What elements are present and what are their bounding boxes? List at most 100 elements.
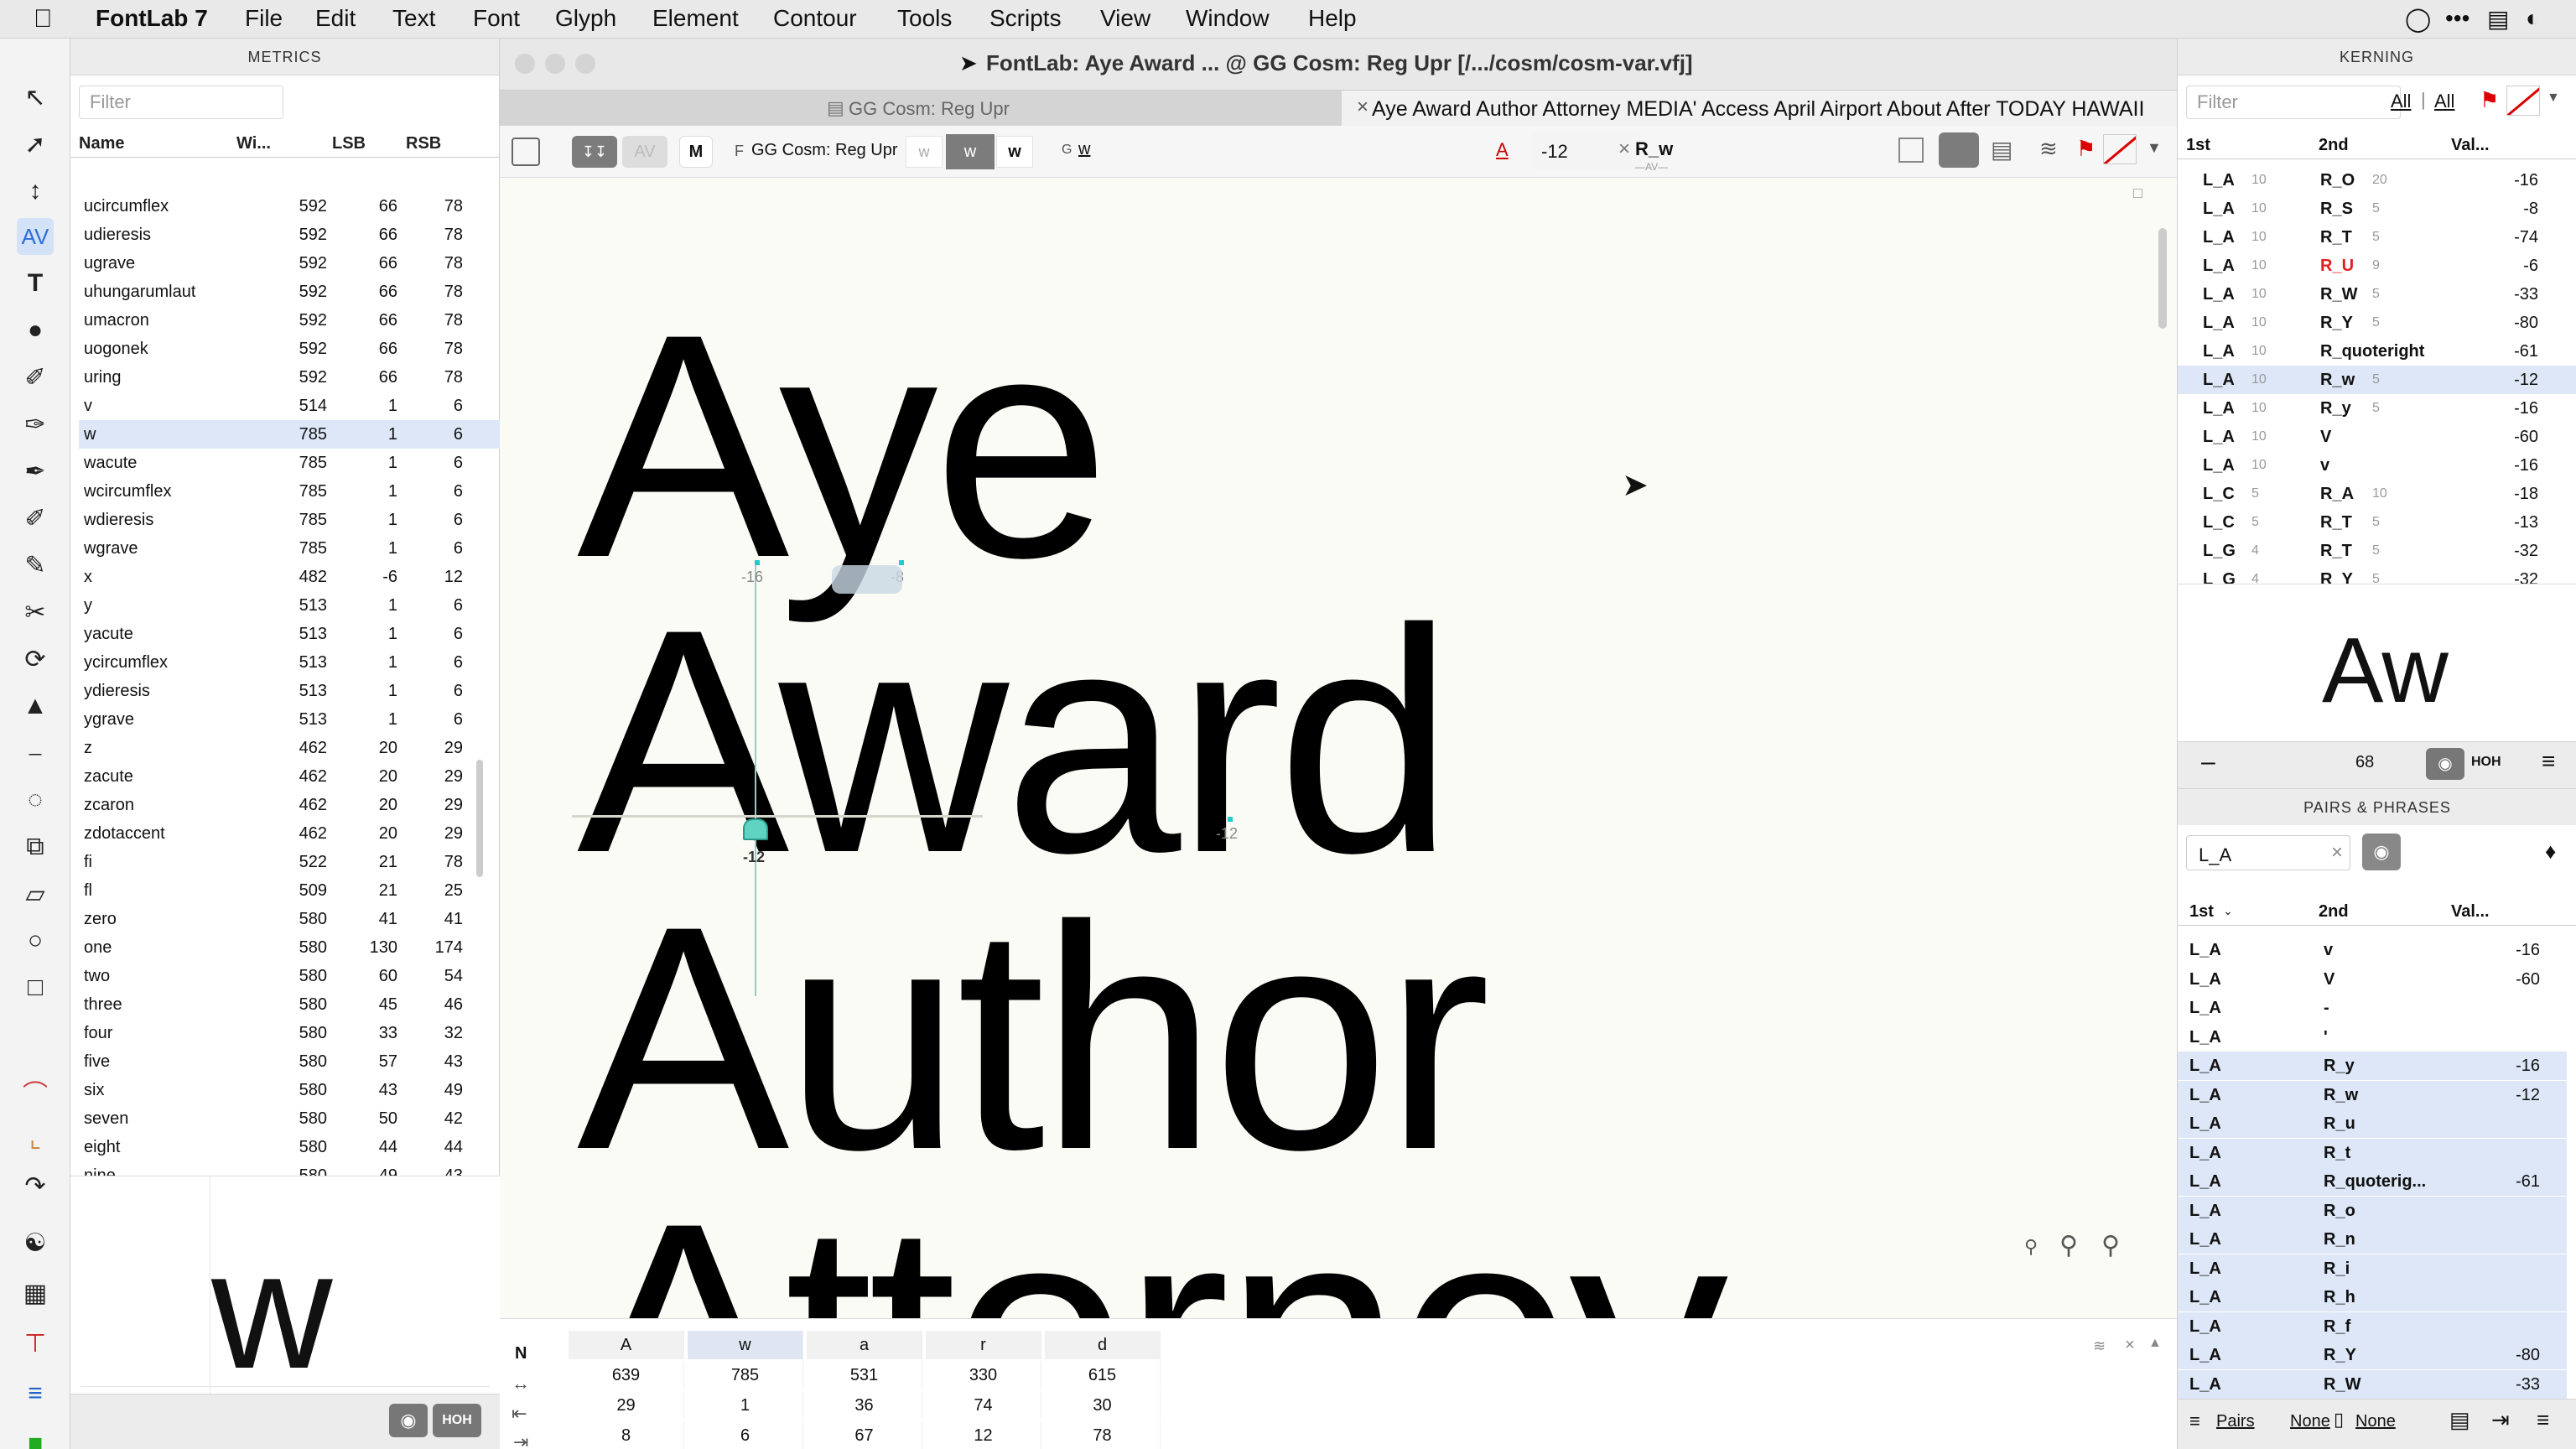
text-tool-icon[interactable]: T (17, 265, 54, 302)
grid-width[interactable]: 639 (569, 1361, 684, 1389)
metrics-row[interactable]: seven 580 50 42 (79, 1104, 515, 1133)
kern-pair-row[interactable]: L_A 10 V -60 (2178, 423, 2576, 451)
grid-column[interactable]: a 531 36 67 (807, 1319, 922, 1449)
grid-lsb[interactable]: 1 (688, 1391, 803, 1420)
menu-text[interactable]: Text (392, 5, 435, 32)
kerning-filter-input[interactable]: Filter (2186, 86, 2401, 119)
header-name[interactable]: Name (79, 134, 124, 153)
metrics-row[interactable]: six 580 43 49 (79, 1076, 515, 1104)
grid-collapse-icon[interactable]: ▲ (2148, 1336, 2162, 1351)
hook-icon[interactable]: ↷ (17, 1167, 54, 1204)
glyph-canvas[interactable]: Aye Award Author Attorney -16 -8 -12 -12… (500, 178, 2177, 1318)
grid-rsb[interactable]: 6 (688, 1421, 803, 1449)
pairs-menu-icon[interactable]: ≡ (2537, 1407, 2549, 1433)
none-second-link[interactable]: None (2355, 1412, 2396, 1431)
kern-pair-row[interactable]: L_G 4 R_T 5 -32 (2178, 537, 2576, 565)
pairs-header-second[interactable]: 2nd (2319, 902, 2349, 922)
grid-pin-icon[interactable]: ≋ (2093, 1337, 2106, 1355)
metrics-row[interactable]: uogonek 592 66 78 (79, 335, 515, 363)
kern-pair-row[interactable]: L_A 10 R_T 5 -74 (2178, 223, 2576, 252)
grid-width[interactable]: 330 (926, 1361, 1041, 1389)
grid-close-icon[interactable]: × (2125, 1336, 2135, 1355)
kern-pair-row[interactable]: L_C 5 R_T 5 -13 (2178, 508, 2576, 537)
menu-glyph[interactable]: Glyph (555, 5, 616, 32)
preview-size-value[interactable]: 68 (2355, 753, 2374, 772)
grid-width[interactable]: 785 (688, 1361, 803, 1389)
metrics-row[interactable]: zero 580 41 41 (79, 905, 515, 933)
pairs-export-icon[interactable]: ▤ (2449, 1407, 2470, 1433)
menu-contour[interactable]: Contour (773, 5, 857, 32)
pairs-row[interactable]: L_A R_y -16 (2178, 1052, 2567, 1080)
eye-icon[interactable]: ◉ (389, 1404, 428, 1437)
metrics-row[interactable]: zacute 462 20 29 (79, 762, 515, 791)
color-swatch[interactable] (2103, 134, 2137, 164)
metrics-row[interactable]: udieresis 592 66 78 (79, 221, 515, 249)
pairs-header-first[interactable]: 1st (2189, 902, 2214, 922)
ellipse-icon[interactable]: ○ (17, 922, 54, 959)
grid-column[interactable]: d 615 30 78 (1045, 1319, 1161, 1449)
chevron-down-icon[interactable]: ▼ (2147, 139, 2162, 157)
metrics-row[interactable]: v 514 1 6 (79, 392, 515, 420)
zoom-icon[interactable]: ⚲ (2059, 1231, 2078, 1260)
pairs-row[interactable]: L_A R_W -33 (2178, 1369, 2567, 1399)
grid-icon[interactable]: ▦ (17, 1275, 54, 1311)
curve-icon[interactable]: ⌒ (17, 1073, 54, 1110)
kern-pair-row[interactable]: L_A 10 R_W 5 -33 (2178, 280, 2576, 309)
metrics-row[interactable]: two 580 60 54 (79, 962, 515, 990)
metrics-row[interactable]: umacron 592 66 78 (79, 306, 515, 335)
pairs-row[interactable]: L_A R_h (2178, 1283, 2567, 1311)
pairs-row[interactable]: L_A R_u (2178, 1109, 2567, 1138)
rapid-pen-icon[interactable]: ✐ (17, 500, 54, 537)
grid-lsb[interactable]: 74 (926, 1391, 1041, 1420)
grid-column[interactable]: w 785 1 6 (688, 1319, 803, 1449)
minus-icon[interactable]: – (2201, 748, 2215, 776)
none-first-link[interactable]: None (2290, 1412, 2330, 1431)
grid-glyph[interactable]: a (807, 1331, 922, 1359)
metrics-row[interactable]: four 580 33 32 (79, 1019, 515, 1047)
grid-glyph[interactable]: d (1045, 1331, 1161, 1359)
metrics-row[interactable]: ycircumflex 513 1 6 (79, 648, 515, 677)
pairs-row[interactable]: L_A R_o (2178, 1196, 2567, 1225)
sidebar-toggle-icon[interactable] (512, 138, 540, 166)
kern-pair-row[interactable]: L_A 10 R_quoteright -61 (2178, 337, 2576, 366)
canvas-scrollbar[interactable] (2158, 228, 2167, 329)
kern-header-value[interactable]: Val... (2451, 136, 2490, 155)
kern-header-second[interactable]: 2nd (2319, 136, 2349, 155)
tab-close-icon[interactable]: × (1357, 96, 1368, 119)
kern-pair-row[interactable]: L_A 10 R_S 5 -8 (2178, 195, 2576, 223)
menu-scripts[interactable]: Scripts (989, 5, 1062, 32)
metrics-row[interactable]: wdieresis 785 1 6 (79, 506, 515, 534)
pairs-apply-icon[interactable]: ⇥ (2491, 1407, 2510, 1433)
metrics-row[interactable]: eight 580 44 44 (79, 1133, 515, 1161)
clear-kern-icon[interactable]: × (1618, 138, 1630, 161)
rotate-icon[interactable]: ⟳ (17, 641, 54, 678)
metrics-row[interactable]: z 462 20 29 (79, 734, 515, 762)
wifi-icon[interactable]: ≋ (2039, 136, 2058, 162)
brush-icon[interactable]: ✐ (17, 359, 54, 396)
knife-icon[interactable]: ✂ (17, 594, 54, 631)
pairs-row[interactable]: L_A R_Y -80 (2178, 1341, 2567, 1369)
eraser-icon[interactable]: ● (17, 312, 54, 349)
pointer-icon[interactable]: ↖ (17, 79, 54, 116)
metrics-row[interactable]: ygrave 513 1 6 (79, 705, 515, 734)
sort-chevron-icon[interactable]: ⌄ (2223, 904, 2233, 918)
pairs-row[interactable]: L_A R_quoterig... -61 (2178, 1167, 2567, 1196)
font-name-label[interactable]: GG Cosm: Reg Upr (751, 141, 897, 160)
metrics-row[interactable]: x 482 -6 12 (79, 563, 515, 591)
zoom-window-button[interactable] (575, 54, 595, 74)
metrics-row[interactable]: fi 522 21 78 (79, 848, 515, 876)
filter-toggle-icon[interactable]: ◉ (2362, 834, 2401, 870)
grid-width[interactable]: 615 (1045, 1361, 1161, 1389)
tab-glyph-window[interactable]: × Aye Award Author Attorney MEDIA' Acces… (1342, 91, 2177, 126)
kerning-tool-icon[interactable]: AV (17, 218, 54, 255)
kern-hoh-button[interactable]: HOH (2471, 755, 2501, 770)
header-lsb[interactable]: LSB (332, 134, 366, 153)
pairs-mode-link[interactable]: Pairs (2216, 1412, 2255, 1431)
anchor-icon[interactable]: ■ (17, 1426, 54, 1449)
glyph-name-label[interactable]: w (1078, 140, 1090, 159)
metrics-row[interactable]: three 580 45 46 (79, 990, 515, 1019)
pairs-row[interactable]: L_A ' (2178, 1023, 2567, 1052)
metrics-tool-icon[interactable]: ↕ (17, 173, 54, 210)
metrics-row[interactable]: ydieresis 513 1 6 (79, 677, 515, 705)
rectangle-icon[interactable]: □ (17, 969, 54, 1006)
